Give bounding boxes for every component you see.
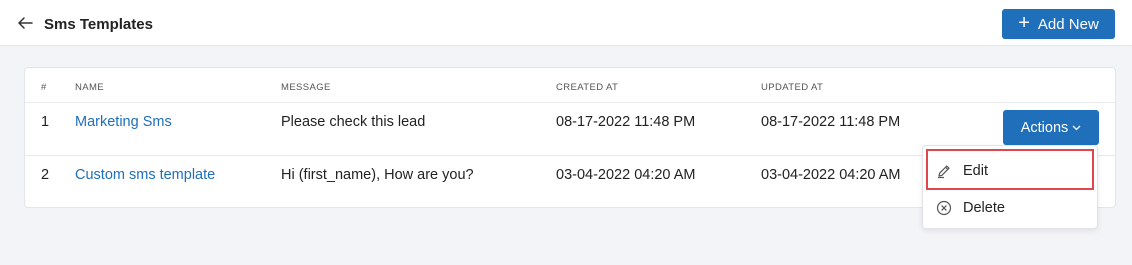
menu-item-edit-label: Edit bbox=[963, 163, 988, 179]
close-circle-icon bbox=[936, 200, 952, 216]
actions-menu: Edit Delete bbox=[922, 145, 1098, 229]
template-message: Hi (first_name), How are you? bbox=[281, 167, 474, 183]
column-header-message: MESSAGE bbox=[281, 82, 331, 93]
column-header-created-at: CREATED AT bbox=[556, 82, 619, 93]
updated-at: 08-17-2022 11:48 PM bbox=[761, 114, 901, 130]
actions-label: Actions bbox=[1020, 119, 1069, 136]
menu-item-delete[interactable]: Delete bbox=[923, 191, 1097, 225]
plus-icon: + bbox=[1018, 12, 1030, 34]
updated-at: 03-04-2022 04:20 AM bbox=[761, 167, 901, 183]
column-header-name: NAME bbox=[75, 82, 105, 93]
page-title: Sms Templates bbox=[44, 16, 153, 33]
menu-item-edit[interactable]: Edit bbox=[923, 154, 1097, 188]
created-at: 08-17-2022 11:48 PM bbox=[556, 114, 696, 130]
page-header: Sms Templates + Add New bbox=[0, 0, 1132, 46]
row-index: 1 bbox=[41, 114, 50, 130]
created-at: 03-04-2022 04:20 AM bbox=[556, 167, 696, 183]
header-divider bbox=[25, 102, 1115, 103]
menu-item-delete-label: Delete bbox=[963, 200, 1005, 216]
column-header-updated-at: UPDATED AT bbox=[761, 82, 824, 93]
template-message: Please check this lead bbox=[281, 114, 426, 130]
back-arrow-icon[interactable] bbox=[14, 12, 36, 34]
actions-dropdown-button[interactable]: Actions bbox=[1003, 110, 1099, 145]
template-name-link[interactable]: Marketing Sms bbox=[75, 113, 172, 131]
pencil-icon bbox=[936, 163, 952, 179]
row-index: 2 bbox=[41, 167, 50, 183]
add-new-button[interactable]: + Add New bbox=[1002, 9, 1115, 39]
column-header-index: # bbox=[41, 82, 47, 93]
chevron-down-icon bbox=[1072, 123, 1081, 134]
add-new-label: Add New bbox=[1037, 15, 1099, 33]
template-name-link[interactable]: Custom sms template bbox=[75, 166, 215, 184]
